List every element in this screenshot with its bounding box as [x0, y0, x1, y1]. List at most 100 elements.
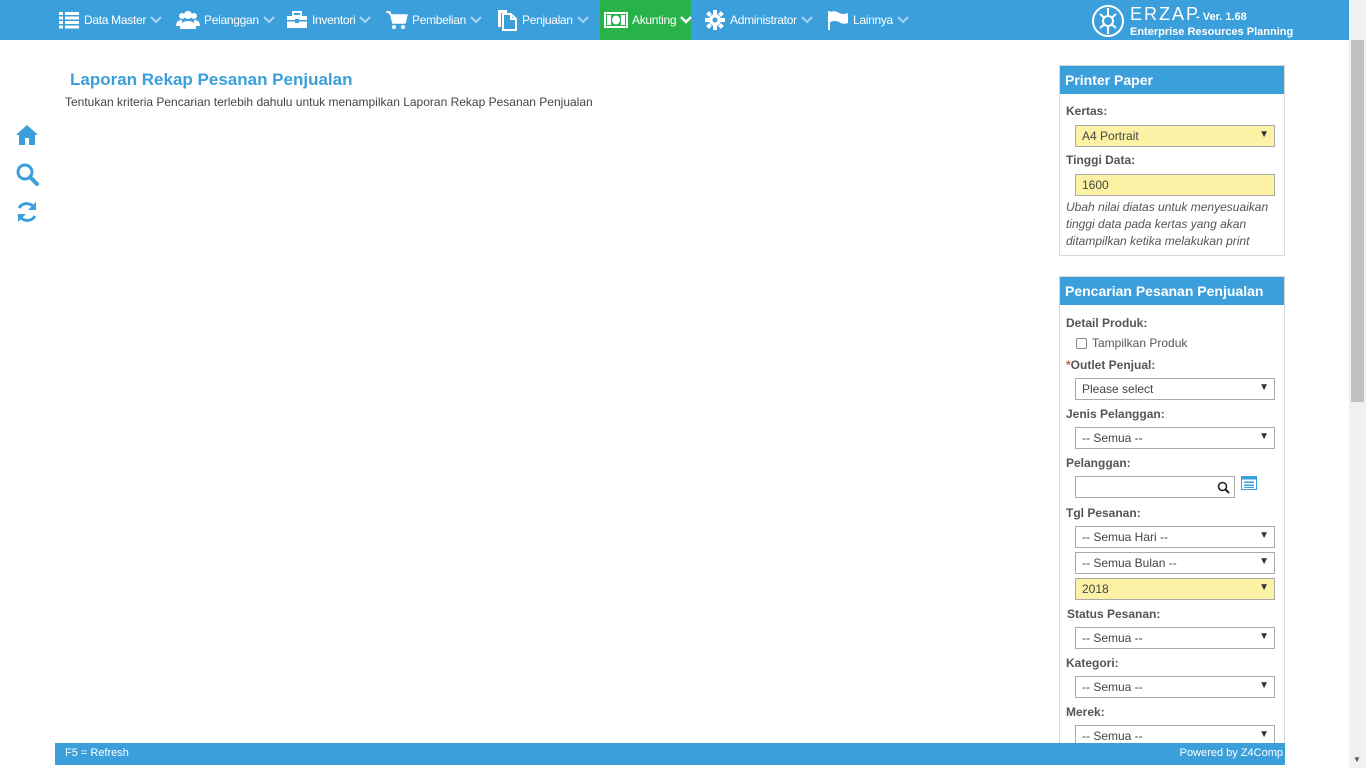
home-icon: [15, 124, 39, 151]
nav-lainnya[interactable]: Lainnya: [827, 0, 909, 40]
nav-administrator[interactable]: Administrator: [704, 0, 813, 40]
nav-inventori[interactable]: Inventori: [286, 0, 372, 40]
search-panel: Pencarian Pesanan Penjualan Detail Produ…: [1059, 276, 1285, 747]
brand[interactable]: ERZAP - Ver. 1.68 Enterprise Resources P…: [1090, 2, 1300, 38]
brand-subtitle: Enterprise Resources Planning: [1130, 26, 1294, 38]
dropdown-arrow-icon: ▼: [1259, 530, 1269, 541]
status-pesanan-label: Status Pesanan:: [1067, 607, 1161, 621]
label-text: Outlet Penjual:: [1070, 358, 1156, 372]
chevron-down-icon: [801, 16, 813, 24]
top-navbar: Data Master Pelanggan Inventori Pembelia…: [0, 0, 1366, 40]
search-icon[interactable]: [1217, 481, 1230, 499]
select-value: -- Semua --: [1082, 680, 1143, 694]
left-toolbar: [4, 118, 50, 236]
brand-version: - Ver. 1.68: [1196, 11, 1247, 23]
nav-label: Pelanggan: [204, 13, 259, 27]
scrollbar-thumb[interactable]: [1351, 40, 1364, 402]
pelanggan-search-input[interactable]: [1075, 476, 1235, 498]
select-value: A4 Portrait: [1082, 129, 1139, 143]
nav-data-master[interactable]: Data Master: [58, 0, 162, 40]
outlet-penjual-select[interactable]: Please select ▼: [1075, 378, 1275, 400]
chevron-down-icon: [680, 16, 693, 24]
search-button[interactable]: [14, 163, 40, 189]
select-value: -- Semua --: [1082, 729, 1143, 743]
printer-paper-panel: Printer Paper Kertas: A4 Portrait ▼ Ting…: [1059, 65, 1285, 256]
money-icon: [604, 12, 628, 28]
tampilkan-produk-label[interactable]: Tampilkan Produk: [1092, 336, 1187, 350]
refresh-button[interactable]: [14, 201, 40, 227]
nav-label: Akunting: [632, 13, 677, 27]
footer-shortcut: F5 = Refresh: [65, 747, 129, 759]
nav-label: Penjualan: [522, 13, 573, 27]
select-value: Please select: [1082, 382, 1154, 396]
dropdown-arrow-icon: ▼: [1259, 729, 1269, 740]
chevron-down-icon: [262, 16, 275, 24]
tinggi-data-input[interactable]: 1600: [1075, 174, 1275, 196]
refresh-icon: [15, 200, 39, 229]
briefcase-icon: [286, 11, 308, 29]
status-pesanan-select[interactable]: -- Semua -- ▼: [1075, 627, 1275, 649]
kertas-label: Kertas:: [1066, 104, 1108, 118]
tinggi-data-hint: Ubah nilai diatas untuk menyesuaikan tin…: [1066, 200, 1269, 248]
chevron-down-icon: [470, 16, 482, 24]
pelanggan-label: Pelanggan:: [1066, 456, 1131, 470]
select-value: 2018: [1082, 582, 1109, 596]
search-icon: [15, 162, 39, 191]
detail-produk-label: Detail Produk:: [1066, 316, 1148, 330]
gear-icon: [704, 9, 726, 31]
page-title: Laporan Rekap Pesanan Penjualan: [70, 70, 353, 89]
users-icon: [176, 10, 200, 30]
jenis-pelanggan-select[interactable]: -- Semua -- ▼: [1075, 427, 1275, 449]
panel-title: Printer Paper: [1060, 66, 1284, 94]
nav-penjualan[interactable]: Penjualan: [496, 0, 589, 40]
kategori-label: Kategori:: [1066, 656, 1119, 670]
tgl-pesanan-label: Tgl Pesanan:: [1066, 506, 1141, 520]
jenis-pelanggan-label: Jenis Pelanggan:: [1066, 407, 1165, 421]
brand-name: ERZAP: [1130, 4, 1201, 24]
chevron-down-icon: [576, 16, 589, 24]
nav-label: Pembelian: [412, 13, 467, 27]
nav-label: Data Master: [84, 13, 147, 27]
nav-label: Lainnya: [853, 13, 893, 27]
list-icon: [58, 11, 80, 29]
nav-akunting[interactable]: Akunting: [600, 0, 693, 40]
flag-icon: [827, 10, 849, 30]
hari-select[interactable]: -- Semua Hari -- ▼: [1075, 526, 1275, 548]
dropdown-arrow-icon: ▼: [1259, 431, 1269, 442]
nav-pembelian[interactable]: Pembelian: [386, 0, 482, 40]
dropdown-arrow-icon: ▼: [1259, 680, 1269, 691]
chevron-down-icon: [359, 16, 372, 24]
dropdown-arrow-icon: ▼: [1259, 382, 1269, 393]
bulan-select[interactable]: -- Semua Bulan -- ▼: [1075, 552, 1275, 574]
page-description: Tentukan kriteria Pencarian terlebih dah…: [65, 95, 593, 109]
select-value: -- Semua --: [1082, 631, 1143, 645]
tahun-select[interactable]: 2018 ▼: [1075, 578, 1275, 600]
page-scrollbar[interactable]: ▼: [1349, 0, 1366, 768]
tinggi-data-label: Tinggi Data:: [1066, 153, 1136, 167]
tampilkan-produk-checkbox[interactable]: [1076, 338, 1087, 349]
dropdown-arrow-icon: ▼: [1259, 631, 1269, 642]
select-value: -- Semua Hari --: [1082, 530, 1169, 544]
cart-icon: [386, 10, 408, 30]
dropdown-arrow-icon: ▼: [1259, 556, 1269, 567]
nav-pelanggan[interactable]: Pelanggan: [176, 0, 275, 40]
nav-label: Administrator: [730, 13, 797, 27]
home-button[interactable]: [14, 124, 40, 150]
kategori-select[interactable]: -- Semua -- ▼: [1075, 676, 1275, 698]
select-value: -- Semua Bulan --: [1082, 556, 1177, 570]
footer-bar: F5 = Refresh Powered by Z4Comp: [55, 743, 1285, 765]
nav-label: Inventori: [312, 13, 356, 27]
pelanggan-list-icon[interactable]: [1241, 476, 1257, 490]
select-value: -- Semua --: [1082, 431, 1143, 445]
document-icon: [496, 9, 518, 31]
brand-logo-icon: [1090, 4, 1126, 38]
chevron-down-icon: [150, 16, 162, 24]
dropdown-arrow-icon: ▼: [1259, 582, 1269, 593]
footer-powered-by: Powered by Z4Comp: [1179, 747, 1283, 759]
scroll-down-arrow-icon[interactable]: ▼: [1353, 755, 1361, 764]
panel-title: Pencarian Pesanan Penjualan: [1060, 277, 1284, 305]
chevron-down-icon: [897, 16, 909, 24]
kertas-select[interactable]: A4 Portrait ▼: [1075, 125, 1275, 147]
dropdown-arrow-icon: ▼: [1259, 129, 1269, 140]
outlet-penjual-label: *Outlet Penjual:: [1066, 358, 1155, 372]
